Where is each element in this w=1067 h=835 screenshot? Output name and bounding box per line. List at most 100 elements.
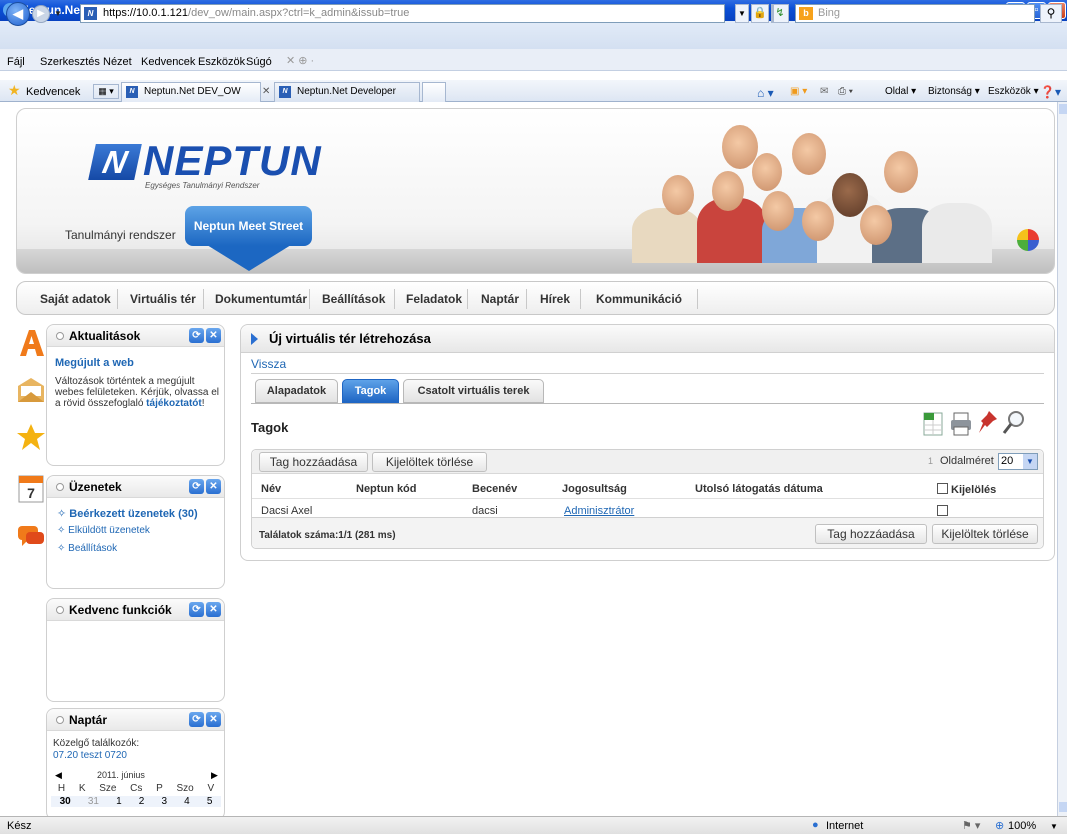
menu-hirek[interactable]: Hírek xyxy=(540,292,570,306)
quick-tabs-icon[interactable]: ▦ ▾ xyxy=(93,84,119,99)
next-month-icon[interactable]: ▶ xyxy=(211,770,218,781)
col-neptun-kod[interactable]: Neptun kód xyxy=(356,483,417,495)
menu-favorites[interactable]: Kedvencek xyxy=(141,56,195,68)
protected-mode-icon[interactable]: ⚑ ▾ xyxy=(962,818,980,835)
tab-tagok[interactable]: Tagok xyxy=(342,379,399,403)
close-icon[interactable]: ✕ xyxy=(206,602,221,617)
delete-selected-footer-button[interactable]: Kijelöltek törlése xyxy=(932,524,1038,544)
upcoming-item[interactable]: 07.20 teszt 0720 xyxy=(53,750,127,761)
add-member-button[interactable]: Tag hozzáadása xyxy=(259,452,368,472)
menu-feladatok[interactable]: Feladatok xyxy=(406,292,462,306)
col-utolso-latogatas[interactable]: Utolsó látogatás dátuma xyxy=(695,483,823,495)
chevron-down-icon[interactable]: ▼ xyxy=(1023,454,1037,469)
sent-link[interactable]: ✧ Elküldött üzenetek xyxy=(57,525,150,536)
calendar-day[interactable]: 31 xyxy=(88,796,99,807)
add-member-footer-button[interactable]: Tag hozzáadása xyxy=(815,524,927,544)
tab-neptun-dev-ow[interactable]: Neptun.Net DEV_OW xyxy=(121,82,261,102)
zoom-icon[interactable]: ⊕ xyxy=(995,818,1004,835)
tab-csatolt-virtualis-terek[interactable]: Csatolt virtuális terek xyxy=(403,379,544,403)
refresh-icon[interactable]: ⟳ xyxy=(189,602,204,617)
favorites-star-icon[interactable]: ★ xyxy=(8,83,21,97)
print-icon[interactable]: ⎙ ▾ xyxy=(838,86,853,97)
news-link[interactable]: tájékoztatót xyxy=(146,398,202,409)
calendar-day[interactable]: 2 xyxy=(139,796,145,807)
menu-sajat-adatok[interactable]: Saját adatok xyxy=(40,292,111,306)
back-link[interactable]: Vissza xyxy=(251,357,286,371)
calendar-icon[interactable]: 7 xyxy=(16,472,46,503)
excel-export-icon[interactable] xyxy=(921,407,945,437)
scroll-down-icon[interactable] xyxy=(1059,802,1067,812)
help-icon[interactable]: ❓▾ xyxy=(1040,85,1061,99)
new-tab-button[interactable] xyxy=(422,82,446,102)
row-select-checkbox[interactable] xyxy=(937,505,948,516)
print-icon[interactable] xyxy=(949,407,973,437)
menu-tools[interactable]: Eszközök xyxy=(198,56,245,68)
menu-naptar[interactable]: Naptár xyxy=(481,292,519,306)
refresh-icon[interactable]: ⟳ xyxy=(189,479,204,494)
tools-menu[interactable]: Eszközök ▾ xyxy=(988,86,1039,97)
url-input[interactable]: https://10.0.1.121/dev_ow/main.aspx?ctrl… xyxy=(80,4,725,23)
pin-icon[interactable] xyxy=(975,407,999,437)
menu-beallitasok[interactable]: Beállítások xyxy=(322,292,385,306)
col-nev[interactable]: Név xyxy=(261,483,281,495)
safety-menu[interactable]: Biztonság ▾ xyxy=(928,86,980,97)
page-menu[interactable]: Oldal ▾ xyxy=(885,86,916,97)
chat-bubble-icon[interactable] xyxy=(16,522,46,552)
back-button[interactable]: ◀ xyxy=(6,2,30,26)
calendar-day[interactable]: 30 xyxy=(60,796,71,807)
feeds-icon[interactable]: ▣ ▾ xyxy=(790,86,807,97)
scroll-up-icon[interactable] xyxy=(1059,104,1067,114)
page-size-select[interactable]: 20 ▼ xyxy=(998,453,1038,470)
calendar-day[interactable]: 3 xyxy=(161,796,167,807)
nav-tanulmanyi-rendszer[interactable]: Tanulmányi rendszer xyxy=(65,228,176,242)
search-input[interactable]: Bing xyxy=(795,4,1035,23)
search-icon[interactable]: ⚲ xyxy=(1040,4,1062,23)
calendar-day[interactable]: 1 xyxy=(116,796,122,807)
announcements-icon[interactable] xyxy=(16,328,46,358)
forward-button[interactable]: ▶ xyxy=(32,5,50,23)
zoom-level[interactable]: 100% xyxy=(1008,818,1036,835)
close-icon[interactable]: ✕ xyxy=(206,479,221,494)
search-icon[interactable] xyxy=(1001,407,1025,437)
delete-selected-button[interactable]: Kijelöltek törlése xyxy=(372,452,487,472)
box-title: Kedvenc funkciók xyxy=(69,603,172,617)
color-wheel-icon[interactable] xyxy=(1017,229,1039,251)
refresh-icon[interactable]: ⟳ xyxy=(189,712,204,727)
vertical-scrollbar[interactable] xyxy=(1057,102,1067,816)
menu-file[interactable]: Fájl xyxy=(7,56,25,68)
close-icon[interactable]: ✕ xyxy=(206,328,221,343)
menu-view[interactable]: Nézet xyxy=(103,56,132,68)
toolbar-close-icon[interactable]: ✕ ⊕ · xyxy=(286,54,314,67)
security-lock-icon[interactable]: 🔒 xyxy=(751,4,769,23)
mail-icon[interactable]: ✉ xyxy=(820,86,828,97)
tab-neptun-developer[interactable]: Neptun.Net Developer xyxy=(274,82,420,102)
favorites-star-icon[interactable] xyxy=(16,422,46,452)
menu-dokumentumtar[interactable]: Dokumentumtár xyxy=(215,292,307,306)
prev-month-icon[interactable]: ◀ xyxy=(55,770,62,781)
news-headline[interactable]: Megújult a web xyxy=(55,357,134,369)
menu-kommunikacio[interactable]: Kommunikáció xyxy=(596,292,682,306)
home-icon[interactable]: ⌂ ▾ xyxy=(757,86,774,100)
menu-virtualis-ter[interactable]: Virtuális tér xyxy=(130,292,196,306)
history-dropdown-icon[interactable]: ▼ xyxy=(54,9,62,18)
mail-envelope-icon[interactable] xyxy=(16,374,46,404)
tab-close-icon[interactable]: ✕ xyxy=(262,86,270,97)
favorites-button-label[interactable]: Kedvencek xyxy=(26,86,80,98)
calendar-day[interactable]: 4 xyxy=(184,796,190,807)
col-becenev[interactable]: Becenév xyxy=(472,483,517,495)
page-number[interactable]: 1 xyxy=(928,456,933,466)
tab-alapadatok[interactable]: Alapadatok xyxy=(255,379,338,403)
calendar-day[interactable]: 5 xyxy=(207,796,213,807)
refresh-icon[interactable]: ⟳ xyxy=(189,328,204,343)
nav-neptun-meet-street[interactable]: Neptun Meet Street xyxy=(185,206,312,246)
close-icon[interactable]: ✕ xyxy=(206,712,221,727)
zoom-dropdown-icon[interactable]: ▼ xyxy=(1050,818,1058,835)
menu-help[interactable]: Súgó xyxy=(246,56,272,68)
inbox-link[interactable]: ✧ Beérkezett üzenetek (30) xyxy=(57,507,198,520)
col-jogosultsag[interactable]: Jogosultság xyxy=(562,483,627,495)
cell-role-link[interactable]: Adminisztrátor xyxy=(564,505,634,517)
message-settings-link[interactable]: ✧ Beállítások xyxy=(57,543,117,554)
address-dropdown-icon[interactable]: ▼ xyxy=(735,4,749,23)
menu-edit[interactable]: Szerkesztés xyxy=(40,56,100,68)
select-all-checkbox[interactable] xyxy=(937,483,948,494)
